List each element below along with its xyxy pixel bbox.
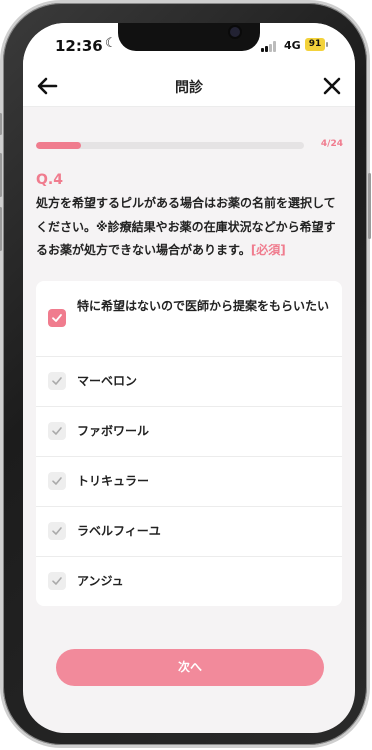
- checkbox[interactable]: [48, 522, 66, 540]
- checkmark-icon: [52, 377, 62, 385]
- clock: 12:36: [55, 37, 103, 55]
- checkmark-icon: [52, 577, 62, 585]
- checkmark-icon: [52, 477, 62, 485]
- question-number: Q.4: [36, 172, 63, 188]
- battery-level: 91: [308, 39, 322, 49]
- option-label: アンジュ: [77, 574, 124, 588]
- volume-up-button: [0, 153, 2, 197]
- notch: [118, 23, 260, 51]
- checkmark-icon: [52, 427, 62, 435]
- option-label: ラベルフィーユ: [77, 524, 161, 538]
- option-labelfille[interactable]: ラベルフィーユ: [36, 506, 342, 557]
- progress-fill: [36, 142, 81, 149]
- progress-bar: [36, 142, 304, 149]
- volume-down-button: [0, 207, 2, 251]
- close-icon: [323, 77, 341, 95]
- screen: 12:36 ☾ 4G 91 問診 4/24 Q.4 処方を希望するピルがある場合…: [23, 23, 355, 733]
- battery-icon: 91: [305, 38, 328, 51]
- checkbox[interactable]: [48, 472, 66, 490]
- app-header: 問診: [23, 67, 355, 107]
- option-label: トリキュラー: [77, 474, 150, 488]
- option-label: マーベロン: [77, 374, 138, 388]
- question-text: 処方を希望するピルがある場合はお薬の名前を選択してください。※診療結果やお薬の在…: [36, 192, 342, 263]
- question-body: 処方を希望するピルがある場合はお薬の名前を選択してください。※診療結果やお薬の在…: [36, 196, 336, 257]
- required-tag: [必須]: [250, 243, 286, 257]
- front-camera: [230, 27, 240, 37]
- phone-frame: 12:36 ☾ 4G 91 問診 4/24 Q.4 処方を希望するピルがある場合…: [0, 3, 371, 745]
- option-no-preference[interactable]: 特に希望はないので医師から提案をもらいたい: [36, 281, 342, 357]
- power-button: [368, 173, 371, 239]
- page-title: 問診: [175, 80, 203, 96]
- network-type: 4G: [284, 39, 301, 52]
- option-marvelon[interactable]: マーベロン: [36, 356, 342, 407]
- signal-icon: [261, 41, 279, 52]
- checkmark-icon: [52, 314, 62, 322]
- silent-switch: [0, 113, 2, 135]
- moon-icon: ☾: [105, 36, 117, 51]
- checkbox[interactable]: [48, 422, 66, 440]
- checkmark-icon: [52, 527, 62, 535]
- options-card: 特に希望はないので医師から提案をもらいたい マーベロン ファボワール トリキュラ…: [36, 281, 342, 606]
- progress-label: 4/24: [320, 139, 343, 149]
- checkbox[interactable]: [48, 572, 66, 590]
- option-fabowarl[interactable]: ファボワール: [36, 406, 342, 457]
- option-triquilar[interactable]: トリキュラー: [36, 456, 342, 507]
- close-button[interactable]: [319, 73, 345, 99]
- option-ange[interactable]: アンジュ: [36, 556, 342, 606]
- option-label: ファボワール: [77, 424, 150, 438]
- option-label: 特に希望はないので医師から提案をもらいたい: [77, 299, 330, 313]
- checkbox-checked[interactable]: [48, 309, 66, 327]
- next-button[interactable]: 次へ: [56, 649, 324, 686]
- checkbox[interactable]: [48, 372, 66, 390]
